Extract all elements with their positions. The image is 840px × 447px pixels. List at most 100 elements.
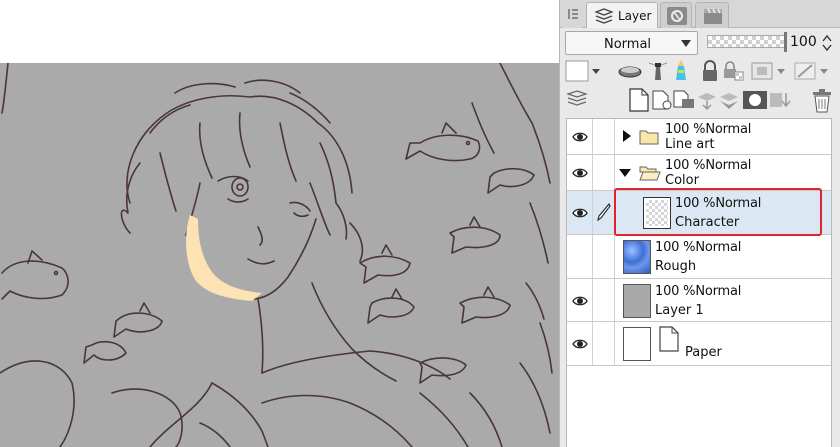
layer-name: Rough [655, 259, 697, 274]
lock-transparent-button[interactable] [721, 60, 745, 82]
paper-icon [659, 326, 679, 352]
edit-status [593, 155, 615, 190]
layer-color-button[interactable] [565, 60, 601, 82]
layer-row-line-art[interactable]: 100 %Normal Line art [567, 119, 831, 155]
layer-blend-mode: Normal [695, 240, 742, 255]
new-layer-icon [629, 88, 649, 112]
ruler-icon [794, 62, 828, 80]
layer-opacity: 100 % [665, 158, 706, 173]
layer-panel: Layer Normal 100 100 %Normal Line art 10… [559, 0, 840, 447]
clip-lower-icon [618, 66, 642, 78]
transfer-down-button[interactable] [696, 89, 720, 111]
layer-blend-mode: Normal [695, 284, 742, 299]
layer-row-character[interactable]: 100 %Normal Character [567, 191, 831, 235]
panel-tabs: Layer [560, 0, 840, 28]
layer-color-icon [565, 60, 600, 82]
eye-icon [572, 168, 588, 178]
opacity-slider[interactable] [707, 35, 785, 48]
canvas-area[interactable] [0, 0, 559, 447]
edit-status [593, 279, 615, 321]
opacity-stepper[interactable] [821, 33, 833, 53]
create-mask-button[interactable] [742, 89, 768, 111]
lock-icon [703, 60, 717, 81]
layer-actions-row [560, 86, 840, 116]
blend-mode-value: Normal [604, 37, 652, 52]
lighthouse-icon [648, 62, 668, 80]
opacity-slider-handle[interactable] [784, 32, 787, 52]
folder-collapsed-arrow-icon[interactable] [623, 130, 631, 142]
draft-pencil-icon [676, 60, 686, 80]
navigator-icon [667, 7, 687, 25]
tab-layer[interactable]: Layer [586, 2, 658, 28]
layer-opacity: 100 % [665, 122, 706, 137]
layer-list: 100 %Normal Line art 100 %Normal Color 1… [566, 118, 832, 447]
new-raster-layer-button[interactable] [626, 87, 650, 112]
layer-name: Line art [665, 137, 715, 152]
edit-status [593, 119, 615, 154]
mask-options-icon [751, 62, 785, 80]
delete-layer-button[interactable] [810, 88, 834, 113]
new-folder-button[interactable] [672, 89, 696, 111]
layer-opacity: 100 % [655, 240, 696, 255]
merge-down-icon [720, 93, 738, 109]
panel-property-button[interactable] [565, 88, 589, 110]
layer-name: Character [675, 215, 740, 230]
tab-navigator[interactable] [660, 2, 692, 28]
clapper-icon [704, 8, 722, 24]
panel-menu-icon [568, 9, 578, 19]
apply-mask-button[interactable] [768, 89, 792, 111]
layers-small-icon [566, 90, 588, 106]
clip-lower-button[interactable] [616, 60, 644, 82]
visibility-toggle[interactable] [567, 191, 593, 234]
layer-mask-icon [743, 91, 767, 109]
eye-icon [572, 339, 588, 349]
folder-icon [639, 130, 659, 145]
apply-mask-icon [770, 93, 791, 108]
layer-opacity: 100 % [655, 284, 696, 299]
layer-row-rough[interactable]: 100 %Normal Rough [567, 235, 831, 279]
visibility-toggle[interactable] [567, 279, 593, 321]
merge-down-button[interactable] [718, 89, 742, 111]
visibility-toggle[interactable] [567, 235, 593, 278]
eye-icon [572, 208, 588, 218]
artwork-canvas[interactable] [0, 63, 559, 447]
layer-blend-mode: Normal [705, 122, 752, 137]
layer-thumbnail [623, 327, 651, 361]
chevron-down-icon [681, 40, 691, 47]
layer-thumbnail [643, 197, 671, 229]
layer-mask-options-button[interactable] [750, 60, 786, 82]
visibility-toggle[interactable] [567, 322, 593, 365]
eye-icon [572, 296, 588, 306]
edit-status [593, 191, 615, 234]
new-vector-layer-button[interactable] [650, 89, 674, 111]
layer-tools-row [560, 58, 840, 85]
skin-fill [186, 215, 262, 301]
new-folder-icon [673, 90, 694, 108]
trash-icon [813, 89, 831, 113]
open-folder-icon [639, 166, 661, 181]
ruler-options-button[interactable] [793, 60, 829, 82]
layer-thumbnail [623, 284, 651, 318]
layer-row-paper[interactable]: Paper [567, 322, 831, 366]
draft-layer-button[interactable] [668, 60, 692, 82]
edit-status [593, 322, 615, 365]
tab-timeline[interactable] [695, 2, 729, 28]
new-vector-layer-icon [652, 90, 672, 110]
folder-expanded-arrow-icon[interactable] [619, 169, 631, 177]
visibility-toggle[interactable] [567, 119, 593, 154]
visibility-toggle[interactable] [567, 155, 593, 190]
transfer-down-icon [698, 93, 716, 111]
tab-layer-label: Layer [618, 9, 652, 23]
lock-layer-button[interactable] [698, 60, 722, 82]
layer-name: Layer 1 [655, 303, 704, 318]
layer-row-layer-1[interactable]: 100 %Normal Layer 1 [567, 279, 831, 322]
pen-icon [597, 203, 611, 221]
reference-layer-button[interactable] [646, 60, 670, 82]
layer-row-color[interactable]: 100 %Normal Color [567, 155, 831, 191]
panel-menu-tab[interactable] [562, 2, 582, 28]
lock-transparency-icon [724, 61, 744, 81]
opacity-value[interactable]: 100 [790, 34, 817, 50]
blend-mode-dropdown[interactable]: Normal [565, 31, 698, 55]
layers-icon [594, 8, 614, 24]
layer-opacity: 100 % [675, 196, 716, 211]
